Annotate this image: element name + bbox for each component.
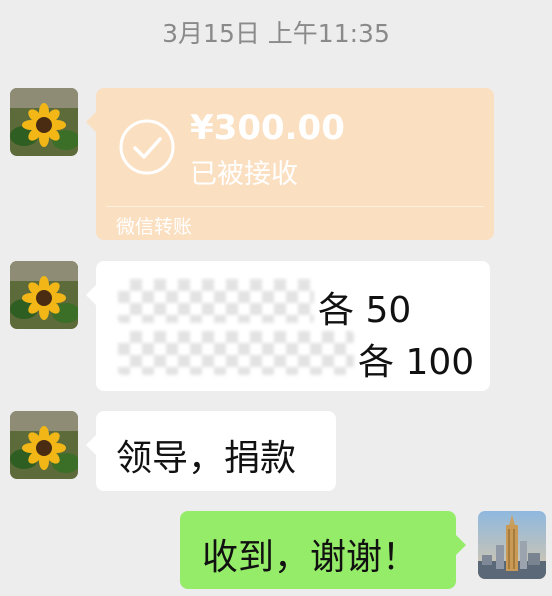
transfer-amount: ¥300.00 [190, 108, 345, 148]
chat-timestamp: 3月15日 上午11:35 [162, 19, 390, 48]
sender-avatar[interactable] [10, 88, 78, 156]
transfer-divider [106, 206, 484, 207]
redacted-mosaic [118, 331, 354, 375]
redacted-mosaic [118, 279, 314, 323]
reply-message-bubble[interactable]: 收到，谢谢！ [180, 511, 466, 589]
transfer-status: 已被接收 [190, 159, 298, 190]
wechat-transfer-card[interactable]: ¥300.00 已被接收 微信转账 [86, 88, 494, 240]
donation-message-bubble[interactable]: 领导，捐款 [86, 411, 336, 491]
sender-avatar[interactable] [10, 261, 78, 329]
donation-message-text: 领导，捐款 [116, 438, 297, 479]
redacted-message-bubble[interactable]: 各 50 各 100 [86, 261, 490, 391]
message-line2-suffix: 各 100 [358, 342, 475, 383]
transfer-caption: 微信转账 [116, 216, 193, 238]
sender-avatar[interactable] [10, 411, 78, 479]
reply-message-text: 收到，谢谢！ [202, 537, 419, 578]
check-circle-icon [119, 119, 175, 175]
message-line1-suffix: 各 50 [318, 290, 412, 331]
my-avatar[interactable] [478, 511, 546, 579]
city-skyline-avatar-icon [478, 511, 546, 579]
sunflower-avatar-icon [10, 88, 78, 156]
sunflower-avatar-icon [10, 261, 78, 329]
sunflower-avatar-icon [10, 411, 78, 479]
